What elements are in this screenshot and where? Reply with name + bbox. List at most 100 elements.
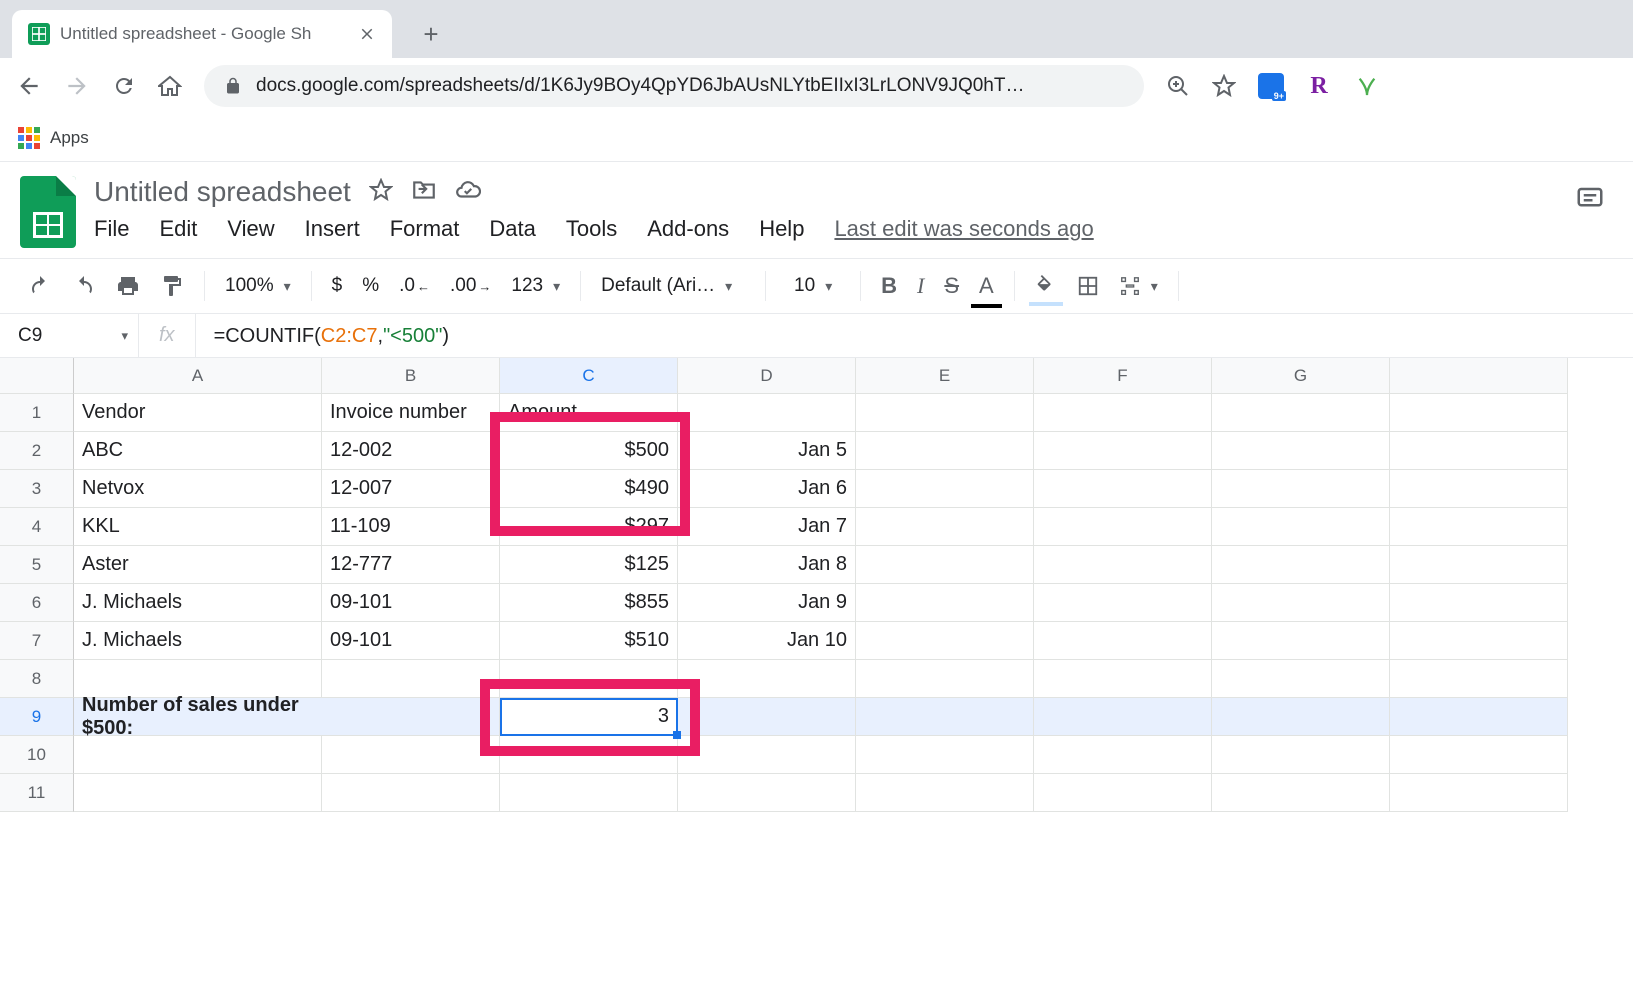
paint-format-button[interactable] (152, 268, 192, 304)
col-header-e[interactable]: E (856, 358, 1034, 394)
cell-c6[interactable]: $855 (500, 584, 678, 622)
cloud-status-icon[interactable] (455, 177, 481, 208)
cell[interactable] (856, 470, 1034, 508)
cell[interactable] (1390, 508, 1568, 546)
cell[interactable] (1034, 584, 1212, 622)
cell[interactable] (500, 660, 678, 698)
move-icon[interactable] (411, 177, 437, 208)
row-header[interactable]: 8 (0, 660, 74, 698)
sheets-logo[interactable] (20, 176, 76, 248)
star-icon[interactable] (369, 178, 393, 207)
cell[interactable] (1034, 546, 1212, 584)
cell-b9[interactable] (322, 698, 500, 736)
cell[interactable] (1390, 470, 1568, 508)
cell[interactable] (1390, 584, 1568, 622)
cell[interactable] (678, 774, 856, 812)
cell-b7[interactable]: 09-101 (322, 622, 500, 660)
url-box[interactable]: docs.google.com/spreadsheets/d/1K6Jy9BOy… (204, 65, 1144, 107)
reload-button[interactable] (112, 74, 136, 98)
extension-y-icon[interactable] (1354, 73, 1380, 99)
extension-r-icon[interactable]: R (1306, 73, 1332, 99)
cell-b1[interactable]: Invoice number (322, 394, 500, 432)
col-header-c[interactable]: C (500, 358, 678, 394)
cell[interactable] (500, 736, 678, 774)
col-header-f[interactable]: F (1034, 358, 1212, 394)
cell-a2[interactable]: ABC (74, 432, 322, 470)
cell[interactable] (1212, 736, 1390, 774)
cell[interactable] (1212, 622, 1390, 660)
cell-a1[interactable]: Vendor (74, 394, 322, 432)
cell-b3[interactable]: 12-007 (322, 470, 500, 508)
cell[interactable] (1034, 432, 1212, 470)
cell[interactable] (856, 774, 1034, 812)
cell[interactable] (1390, 622, 1568, 660)
percent-button[interactable]: % (354, 269, 387, 303)
cell-d5[interactable]: Jan 8 (678, 546, 856, 584)
name-box[interactable]: C9 (8, 325, 138, 347)
row-header[interactable]: 4 (0, 508, 74, 546)
text-color-button[interactable]: A (971, 267, 1002, 305)
menu-edit[interactable]: Edit (159, 216, 197, 242)
cell[interactable] (1390, 774, 1568, 812)
back-button[interactable] (16, 73, 42, 99)
cell[interactable] (1212, 508, 1390, 546)
select-all-corner[interactable] (0, 358, 74, 394)
menu-format[interactable]: Format (390, 216, 460, 242)
cell[interactable] (856, 736, 1034, 774)
cell[interactable] (1034, 698, 1212, 736)
redo-button[interactable] (64, 268, 104, 304)
cell[interactable] (1212, 546, 1390, 584)
strikethrough-button[interactable]: S (936, 267, 967, 305)
col-header-a[interactable]: A (74, 358, 322, 394)
cell[interactable] (1212, 470, 1390, 508)
cell-c1[interactable]: Amount (500, 394, 678, 432)
new-tab-button[interactable]: + (412, 15, 450, 53)
cell-c7[interactable]: $510 (500, 622, 678, 660)
cell[interactable] (1390, 546, 1568, 584)
cell[interactable] (1212, 774, 1390, 812)
cell[interactable] (74, 774, 322, 812)
cell[interactable] (1212, 660, 1390, 698)
apps-icon[interactable] (18, 127, 40, 149)
apps-label[interactable]: Apps (50, 128, 89, 148)
cell[interactable] (74, 660, 322, 698)
col-header-g[interactable]: G (1212, 358, 1390, 394)
cell[interactable] (1034, 470, 1212, 508)
cell-c5[interactable]: $125 (500, 546, 678, 584)
menu-data[interactable]: Data (489, 216, 535, 242)
cell[interactable] (1390, 698, 1568, 736)
row-header[interactable]: 2 (0, 432, 74, 470)
merge-button[interactable] (1111, 269, 1166, 303)
undo-button[interactable] (20, 268, 60, 304)
font-size-dropdown[interactable]: 10 (778, 269, 848, 303)
increase-decimal-button[interactable]: .00→ (442, 269, 499, 303)
currency-button[interactable]: $ (324, 269, 351, 303)
cell[interactable] (1034, 736, 1212, 774)
row-header[interactable]: 1 (0, 394, 74, 432)
cell[interactable] (1034, 774, 1212, 812)
cell-c4[interactable]: $297 (500, 508, 678, 546)
cell-b2[interactable]: 12-002 (322, 432, 500, 470)
cell-d4[interactable]: Jan 7 (678, 508, 856, 546)
number-format-dropdown[interactable]: 123 (503, 269, 568, 303)
zoom-icon[interactable] (1166, 74, 1190, 98)
cell[interactable] (1034, 394, 1212, 432)
cell-c3[interactable]: $490 (500, 470, 678, 508)
font-dropdown[interactable]: Default (Ari… (593, 269, 753, 303)
borders-button[interactable] (1069, 269, 1107, 303)
cell[interactable] (856, 394, 1034, 432)
cell[interactable] (322, 736, 500, 774)
cell[interactable] (1212, 394, 1390, 432)
cell-d7[interactable]: Jan 10 (678, 622, 856, 660)
cell[interactable] (74, 736, 322, 774)
zoom-dropdown[interactable]: 100% (217, 269, 299, 303)
cell-b6[interactable]: 09-101 (322, 584, 500, 622)
cell[interactable] (1390, 394, 1568, 432)
document-title[interactable]: Untitled spreadsheet (94, 176, 351, 208)
cell[interactable] (856, 622, 1034, 660)
cell[interactable] (678, 698, 856, 736)
row-header[interactable]: 9 (0, 698, 74, 736)
cell-b4[interactable]: 11-109 (322, 508, 500, 546)
cell-d2[interactable]: Jan 5 (678, 432, 856, 470)
close-icon[interactable] (358, 25, 376, 43)
